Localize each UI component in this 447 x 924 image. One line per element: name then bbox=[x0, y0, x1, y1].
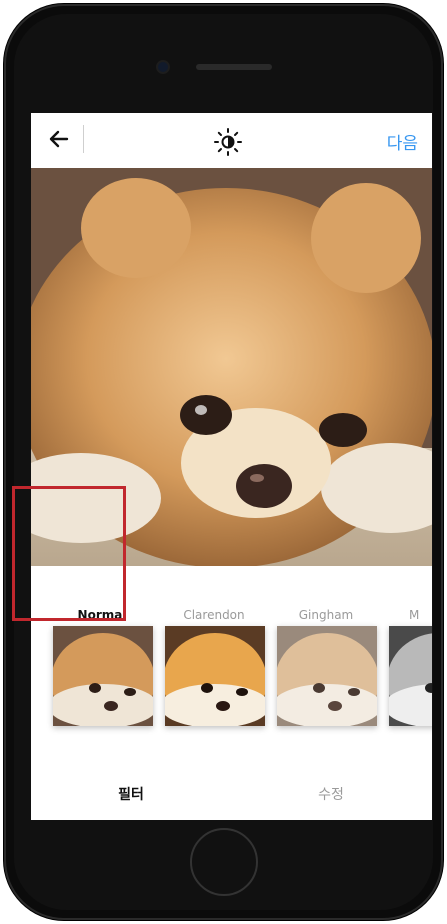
filter-thumbnail bbox=[389, 626, 432, 726]
tab-edit[interactable]: 수정 bbox=[231, 784, 431, 804]
filter-clarendon[interactable]: Clarendon bbox=[159, 566, 269, 726]
tab-filter[interactable]: 필터 bbox=[31, 784, 231, 804]
home-button[interactable] bbox=[190, 828, 258, 896]
front-camera bbox=[158, 62, 168, 72]
divider bbox=[83, 125, 84, 153]
filter-thumbnail bbox=[165, 626, 265, 726]
filter-label: M bbox=[409, 608, 420, 622]
screen: 다음 Normal Clarendon Gingham M 필터 수정 bbox=[31, 113, 432, 820]
speaker-grille bbox=[196, 64, 272, 70]
bottom-tabs: 필터 수정 bbox=[31, 768, 432, 820]
next-button[interactable]: 다음 bbox=[387, 129, 418, 154]
filter-thumbnail bbox=[277, 626, 377, 726]
filter-label: Clarendon bbox=[183, 608, 245, 622]
filter-label: Gingham bbox=[298, 608, 354, 622]
brightness-icon[interactable] bbox=[213, 127, 243, 157]
back-arrow-icon[interactable] bbox=[47, 125, 71, 153]
filter-moon[interactable]: M bbox=[383, 566, 432, 726]
filter-thumbnail bbox=[53, 626, 153, 726]
filter-gingham[interactable]: Gingham bbox=[271, 566, 381, 726]
selected-filter-highlight bbox=[12, 486, 126, 621]
top-bar: 다음 bbox=[31, 113, 432, 168]
